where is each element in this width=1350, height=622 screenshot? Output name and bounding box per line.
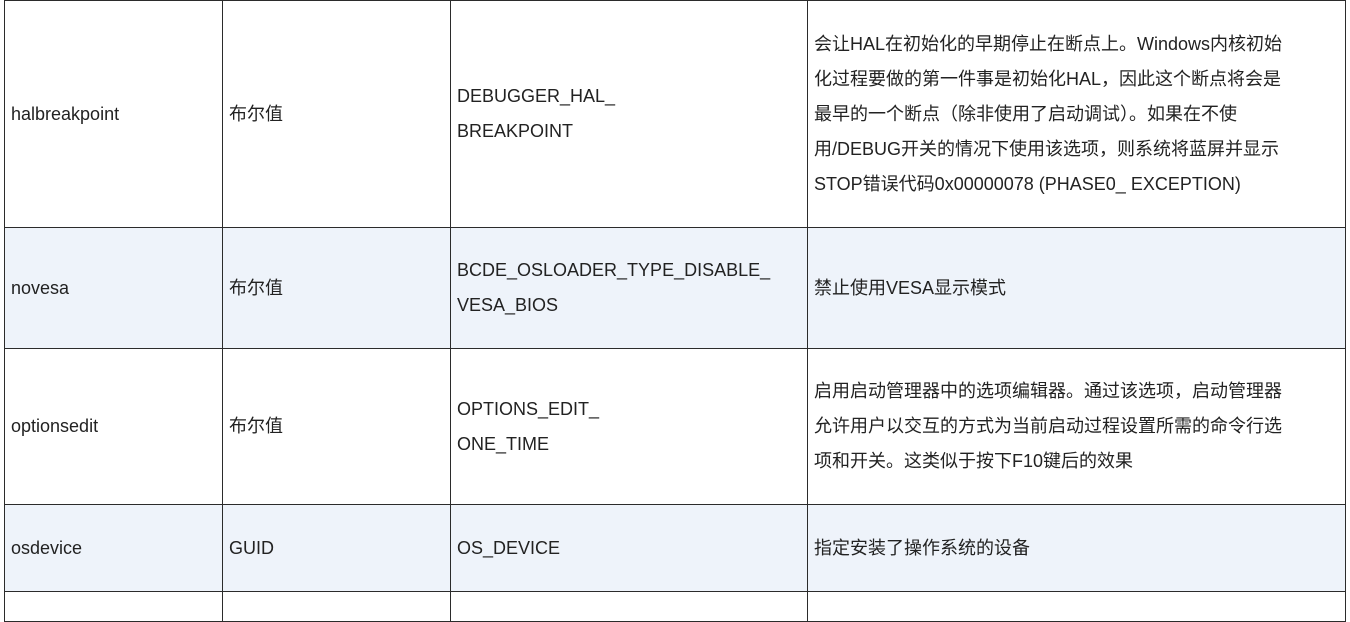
option-type-cell: 布尔值 xyxy=(222,348,451,505)
table-row: halbreakpoint 布尔值 DEBUGGER_HAL_ BREAKPOI… xyxy=(4,0,1346,228)
bcd-options-table: halbreakpoint 布尔值 DEBUGGER_HAL_ BREAKPOI… xyxy=(4,0,1346,622)
constant-line: BREAKPOINT xyxy=(457,121,574,141)
table-row: osdevice GUID OS_DEVICE 指定安装了操作系统的设备 xyxy=(4,504,1346,592)
option-name-cell: novesa xyxy=(4,227,223,349)
option-constant-cell: OS_DEVICE xyxy=(450,504,808,592)
description-line: 指定安装了操作系统的设备 xyxy=(814,537,1030,558)
description-line: 允许用户以交互的方式为当前启动过程设置所需的命令行选 xyxy=(814,416,1282,436)
option-constant-cell: DEBUGGER_HAL_ BREAKPOINT xyxy=(450,0,808,228)
option-name-cell: optionsedit xyxy=(4,348,223,505)
table-row xyxy=(4,591,1346,622)
constant-line: DEBUGGER_HAL_ xyxy=(457,86,616,106)
option-name-cell: osdevice xyxy=(4,504,223,592)
description-line: 化过程要做的第一件事是初始化HAL，因此这个断点将会是 xyxy=(814,68,1282,89)
option-constant-cell xyxy=(450,591,808,622)
description-line: 会让HAL在初始化的早期停止在断点上。Windows内核初始 xyxy=(814,33,1283,54)
constant-line: OPTIONS_EDIT_ xyxy=(457,398,600,419)
option-description-cell xyxy=(807,591,1346,622)
constant-line: OS_DEVICE xyxy=(457,537,561,558)
description-line: STOP错误代码0x00000078 (PHASE0_ EXCEPTION) xyxy=(814,173,1241,194)
option-description-cell: 指定安装了操作系统的设备 xyxy=(807,504,1346,592)
option-constant-cell: BCDE_OSLOADER_TYPE_DISABLE_ VESA_BIOS xyxy=(450,227,808,349)
description-line: 项和开关。这类似于按下F10键后的效果 xyxy=(814,451,1134,471)
option-type-cell xyxy=(222,591,451,622)
option-description-cell: 启用启动管理器中的选项编辑器。通过该选项，启动管理器 允许用户以交互的方式为当前… xyxy=(807,348,1346,505)
option-type-cell: GUID xyxy=(222,504,451,592)
option-name-cell xyxy=(4,591,223,622)
description-line: 启用启动管理器中的选项编辑器。通过该选项，启动管理器 xyxy=(814,381,1282,401)
option-name-cell: halbreakpoint xyxy=(4,0,223,228)
table-row: novesa 布尔值 BCDE_OSLOADER_TYPE_DISABLE_ V… xyxy=(4,227,1346,349)
table-row: optionsedit 布尔值 OPTIONS_EDIT_ ONE_TIME 启… xyxy=(4,348,1346,505)
description-line: 禁止使用VESA显示模式 xyxy=(814,277,1007,298)
description-line: 用/DEBUG开关的情况下使用该选项，则系统将蓝屏并显示 xyxy=(814,138,1280,159)
constant-line: VESA_BIOS xyxy=(457,295,559,315)
constant-line: ONE_TIME xyxy=(457,433,550,454)
option-description-cell: 禁止使用VESA显示模式 xyxy=(807,227,1346,349)
option-description-cell: 会让HAL在初始化的早期停止在断点上。Windows内核初始 化过程要做的第一件… xyxy=(807,0,1346,228)
option-constant-cell: OPTIONS_EDIT_ ONE_TIME xyxy=(450,348,808,505)
description-line: 最早的一个断点（除非使用了启动调试）。如果在不使 xyxy=(814,103,1237,124)
constant-line: BCDE_OSLOADER_TYPE_DISABLE_ xyxy=(457,260,771,280)
option-type-cell: 布尔值 xyxy=(222,0,451,228)
option-type-cell: 布尔值 xyxy=(222,227,451,349)
